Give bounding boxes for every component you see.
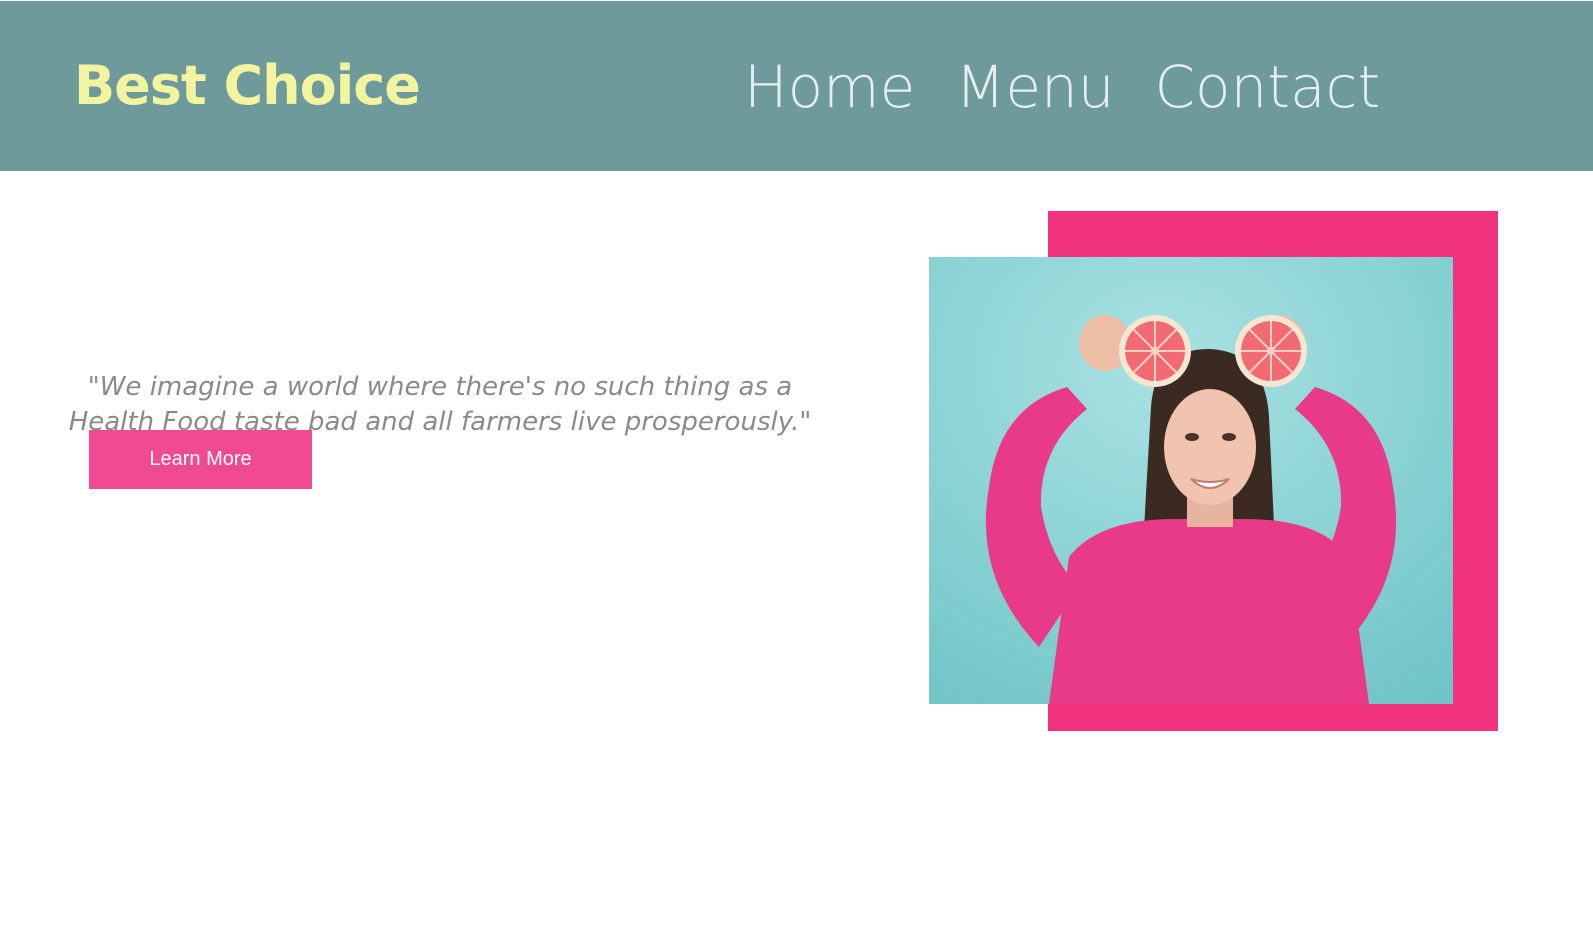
woman-holding-grapefruit-photo	[929, 257, 1453, 704]
nav-contact[interactable]: Contact	[1155, 49, 1381, 125]
page: Best Choice Home Menu Contact "We imagin…	[0, 0, 1593, 932]
nav-home[interactable]: Home	[744, 49, 915, 125]
learn-more-button[interactable]: Learn More	[89, 430, 312, 489]
main-nav: Home Menu Contact	[744, 49, 1380, 125]
brand-logo[interactable]: Best Choice	[74, 51, 421, 121]
hero-photo	[929, 257, 1453, 704]
site-header: Best Choice Home Menu Contact	[0, 1, 1593, 171]
nav-menu[interactable]: Menu	[955, 49, 1114, 125]
